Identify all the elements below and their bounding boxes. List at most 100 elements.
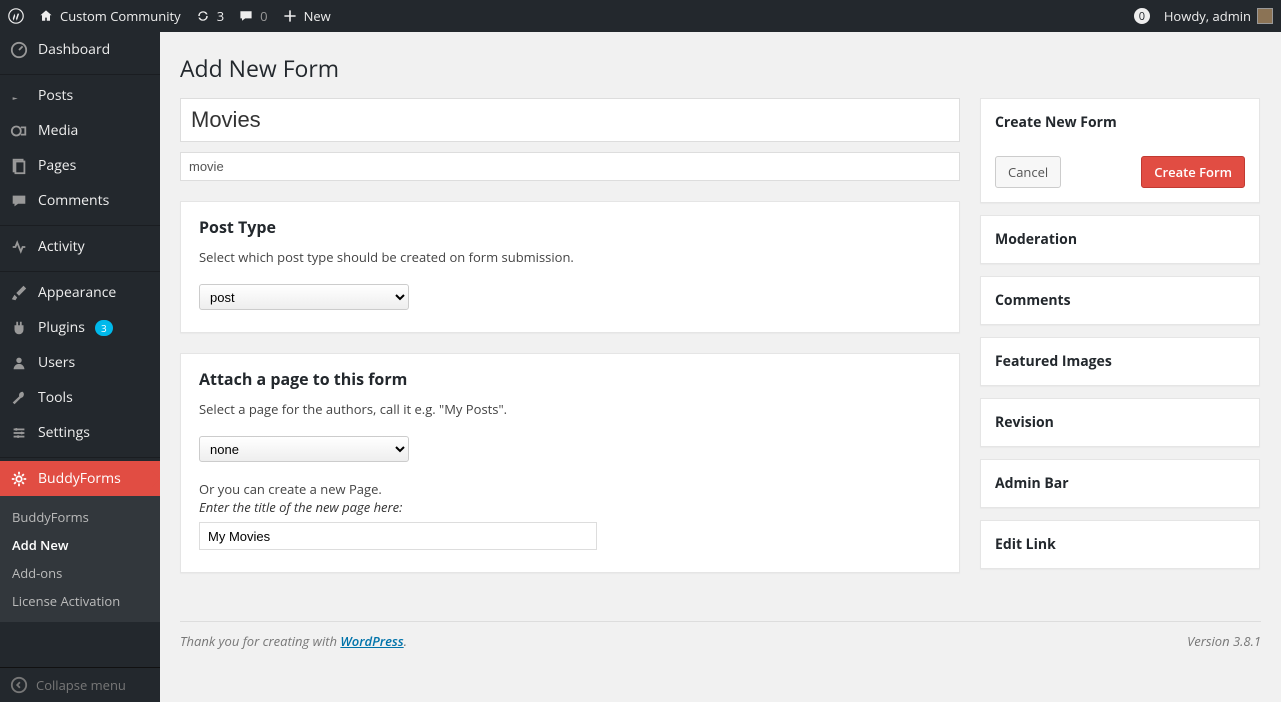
- collapse-menu[interactable]: Collapse menu: [0, 667, 160, 702]
- sidebar-item-label: Posts: [38, 86, 73, 105]
- site-name: Custom Community: [60, 7, 181, 25]
- sidebar-item-buddyforms[interactable]: BuddyForms: [0, 461, 160, 496]
- plugin-updates-badge: 3: [95, 320, 113, 336]
- side-panel-title[interactable]: Moderation: [981, 216, 1259, 263]
- page-title: Add New Form: [180, 52, 1261, 84]
- wordpress-icon: [8, 8, 24, 24]
- sidebar-item-settings[interactable]: Settings: [0, 415, 160, 450]
- sidebar-item-users[interactable]: Users: [0, 345, 160, 380]
- sidebar-item-label: Comments: [38, 191, 109, 210]
- postbox-desc: Select a page for the authors, call it e…: [199, 400, 941, 418]
- brush-icon: [10, 284, 28, 302]
- wrench-icon: [10, 389, 28, 407]
- sidebar-item-label: Plugins: [38, 318, 85, 337]
- comment-icon: [238, 8, 254, 24]
- updates-count: 3: [217, 7, 224, 25]
- sidebar-item-dashboard[interactable]: Dashboard: [0, 32, 160, 67]
- sidebar-item-label: Activity: [38, 237, 85, 256]
- plug-icon: [10, 319, 28, 337]
- form-title-input[interactable]: [180, 98, 960, 142]
- sidebar-item-label: Tools: [38, 388, 73, 407]
- admin-footer: Thank you for creating with WordPress. V…: [180, 621, 1261, 660]
- sidebar-item-pages[interactable]: Pages: [0, 148, 160, 183]
- site-link[interactable]: Custom Community: [38, 7, 181, 25]
- post-type-select[interactable]: post: [199, 284, 409, 310]
- sidebar-item-label: Appearance: [38, 283, 116, 302]
- wordpress-link[interactable]: WordPress: [340, 632, 403, 650]
- sidebar-item-label: Dashboard: [38, 40, 110, 59]
- dashboard-icon: [10, 41, 28, 59]
- collapse-icon: [10, 676, 28, 694]
- side-panel-title[interactable]: Comments: [981, 277, 1259, 324]
- publish-box-title[interactable]: Create New Form: [981, 99, 1259, 146]
- sidebar-item-label: Pages: [38, 156, 76, 175]
- side-panel-admin-bar: Admin Bar: [980, 459, 1260, 508]
- sidebar-item-comments[interactable]: Comments: [0, 183, 160, 218]
- sidebar-item-media[interactable]: Media: [0, 113, 160, 148]
- side-panel-edit-link: Edit Link: [980, 520, 1260, 569]
- updates-link[interactable]: 3: [195, 7, 224, 25]
- side-panel-moderation: Moderation: [980, 215, 1260, 264]
- or-create-text: Or you can create a new Page.: [199, 480, 941, 498]
- side-panel-title[interactable]: Revision: [981, 399, 1259, 446]
- collapse-label: Collapse menu: [36, 676, 126, 694]
- submenu-addons[interactable]: Add-ons: [0, 559, 160, 587]
- side-panel-title[interactable]: Featured Images: [981, 338, 1259, 385]
- notification-badge: 0: [1134, 8, 1150, 24]
- comments-link[interactable]: 0: [238, 7, 267, 25]
- new-page-title-input[interactable]: [199, 522, 597, 550]
- account-link[interactable]: Howdy, admin: [1164, 7, 1273, 25]
- side-panel-comments: Comments: [980, 276, 1260, 325]
- plus-icon: [282, 8, 298, 24]
- sidebar-item-posts[interactable]: Posts: [0, 78, 160, 113]
- comments-count: 0: [260, 7, 267, 25]
- new-page-hint: Enter the title of the new page here:: [199, 498, 941, 516]
- howdy-text: Howdy, admin: [1164, 7, 1251, 25]
- side-panel-revision: Revision: [980, 398, 1260, 447]
- wp-logo[interactable]: [8, 8, 24, 24]
- submenu-buddyforms[interactable]: BuddyForms: [0, 503, 160, 531]
- main-content: Add New Form Post Type Select which post…: [160, 32, 1281, 702]
- postbox-post-type: Post Type Select which post type should …: [180, 201, 960, 333]
- version-text: Version 3.8.1: [1187, 632, 1261, 650]
- postbox-desc: Select which post type should be created…: [199, 248, 941, 266]
- footer-thanks: Thank you for creating with: [180, 632, 340, 650]
- publish-box: Create New Form Cancel Create Form: [980, 98, 1260, 203]
- activity-icon: [10, 238, 28, 256]
- sidebar-item-label: Users: [38, 353, 75, 372]
- user-icon: [10, 354, 28, 372]
- pin-icon: [10, 87, 28, 105]
- new-label: New: [304, 7, 331, 25]
- postbox-attach-page: Attach a page to this form Select a page…: [180, 353, 960, 573]
- side-panel-title[interactable]: Edit Link: [981, 521, 1259, 568]
- pages-icon: [10, 157, 28, 175]
- new-content-link[interactable]: New: [282, 7, 331, 25]
- buddyforms-submenu: BuddyForms Add New Add-ons License Activ…: [0, 496, 160, 622]
- home-icon: [38, 8, 54, 24]
- gear-icon: [10, 470, 28, 488]
- cancel-button[interactable]: Cancel: [995, 156, 1061, 188]
- attach-page-select[interactable]: none: [199, 436, 409, 462]
- settings-icon: [10, 424, 28, 442]
- sidebar-item-activity[interactable]: Activity: [0, 229, 160, 264]
- postbox-title: Attach a page to this form: [199, 368, 941, 390]
- admin-sidebar: Dashboard Posts Media Pages Comments Act…: [0, 32, 160, 702]
- sidebar-item-label: Settings: [38, 423, 90, 442]
- admin-toolbar: Custom Community 3 0 New 0 Howdy, admin: [0, 0, 1281, 32]
- side-panel-featured-images: Featured Images: [980, 337, 1260, 386]
- create-form-button[interactable]: Create Form: [1141, 156, 1245, 188]
- sidebar-item-tools[interactable]: Tools: [0, 380, 160, 415]
- postbox-title: Post Type: [199, 216, 941, 238]
- sidebar-item-appearance[interactable]: Appearance: [0, 275, 160, 310]
- side-panel-title[interactable]: Admin Bar: [981, 460, 1259, 507]
- sidebar-item-label: BuddyForms: [38, 469, 121, 488]
- notifications[interactable]: 0: [1134, 8, 1150, 24]
- sidebar-item-plugins[interactable]: Plugins 3: [0, 310, 160, 345]
- sidebar-item-label: Media: [38, 121, 78, 140]
- form-slug-input[interactable]: [180, 152, 960, 181]
- refresh-icon: [195, 8, 211, 24]
- media-icon: [10, 122, 28, 140]
- submenu-license[interactable]: License Activation: [0, 587, 160, 615]
- comment-icon: [10, 192, 28, 210]
- submenu-add-new[interactable]: Add New: [0, 531, 160, 559]
